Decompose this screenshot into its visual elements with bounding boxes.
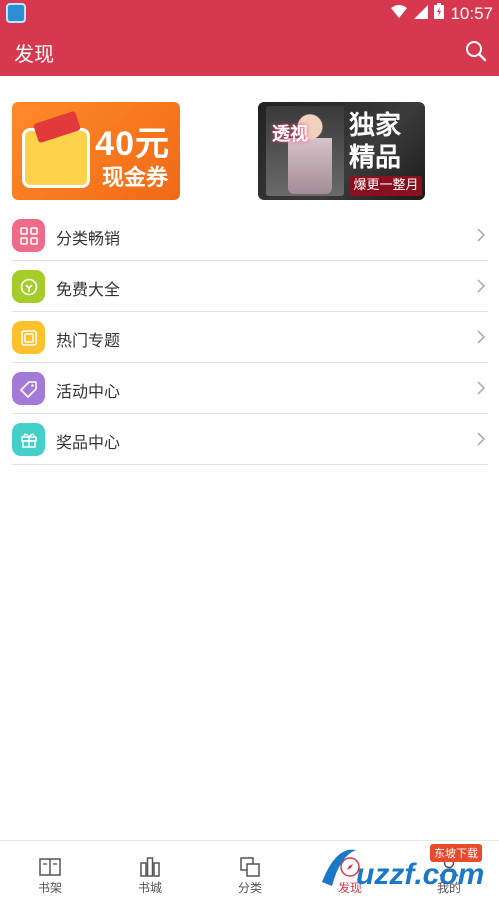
- exclusive-label: 独家精品: [348, 111, 401, 173]
- menu-item-label: 分类畅销: [56, 229, 121, 248]
- category-icon: [240, 857, 260, 877]
- tab-label: 发现: [337, 881, 362, 895]
- grid-icon: [12, 219, 45, 252]
- tab-label: 书架: [37, 881, 62, 895]
- book-title: 透视: [272, 124, 308, 145]
- chevron-right-icon: [477, 228, 486, 242]
- menu-item-category-bestsellers[interactable]: 分类畅销: [12, 210, 488, 261]
- bookstore-icon: [140, 857, 160, 877]
- profile-icon: [439, 857, 459, 877]
- chevron-right-icon: [477, 279, 486, 293]
- update-label: 爆更一整月: [350, 176, 422, 196]
- menu-item-label: 免费大全: [56, 280, 121, 299]
- chevron-right-icon: [477, 432, 486, 446]
- battery-icon: [434, 3, 445, 24]
- topic-icon: [12, 321, 45, 354]
- page-title: 发现: [14, 42, 54, 66]
- menu-item-prizes[interactable]: 奖品中心: [12, 414, 488, 465]
- menu-item-label: 热门专题: [56, 331, 121, 350]
- search-icon[interactable]: [465, 40, 487, 62]
- status-bar: 10:57: [0, 0, 499, 26]
- tab-label: 我的: [436, 881, 461, 895]
- tag-icon: [12, 372, 45, 405]
- bookshelf-icon: [39, 858, 61, 876]
- bottom-tab-bar: 书架 书城 分类 发现 我的: [0, 840, 499, 902]
- menu-item-events[interactable]: 活动中心: [12, 363, 488, 414]
- book-promo-banner[interactable]: 透视 独家精品 爆更一整月: [258, 102, 425, 200]
- chevron-right-icon: [477, 381, 486, 395]
- chevron-right-icon: [477, 330, 486, 344]
- coupon-text: 现金券: [101, 166, 168, 191]
- app-bar: 发现: [0, 26, 499, 76]
- tab-discover[interactable]: 发现: [300, 841, 400, 902]
- tab-bookstore[interactable]: 书城: [100, 841, 200, 902]
- tab-label: 分类: [237, 881, 262, 895]
- wifi-icon: [390, 4, 408, 24]
- free-icon: [12, 270, 45, 303]
- status-time: 10:57: [450, 3, 493, 23]
- menu-item-free[interactable]: 免费大全: [12, 261, 488, 312]
- tab-label: 书城: [137, 881, 162, 895]
- signal-icon: [414, 4, 429, 24]
- discover-menu: 分类畅销 免费大全 热门专题 活动中心 奖品中心: [12, 210, 488, 465]
- discover-icon: [340, 857, 360, 877]
- menu-item-label: 奖品中心: [56, 433, 121, 452]
- app-notification-icon: [6, 3, 26, 23]
- tab-category[interactable]: 分类: [200, 841, 300, 902]
- gift-icon: [12, 423, 45, 456]
- gift-box-illustration: [22, 128, 90, 188]
- coupon-amount: 40元: [95, 125, 170, 163]
- menu-item-label: 活动中心: [56, 382, 121, 401]
- menu-item-hot-topics[interactable]: 热门专题: [12, 312, 488, 363]
- tab-bookshelf[interactable]: 书架: [0, 841, 100, 902]
- coupon-banner[interactable]: 40元 现金券: [12, 102, 180, 200]
- tab-profile[interactable]: 我的: [399, 841, 499, 902]
- system-indicators: 10:57: [390, 3, 493, 24]
